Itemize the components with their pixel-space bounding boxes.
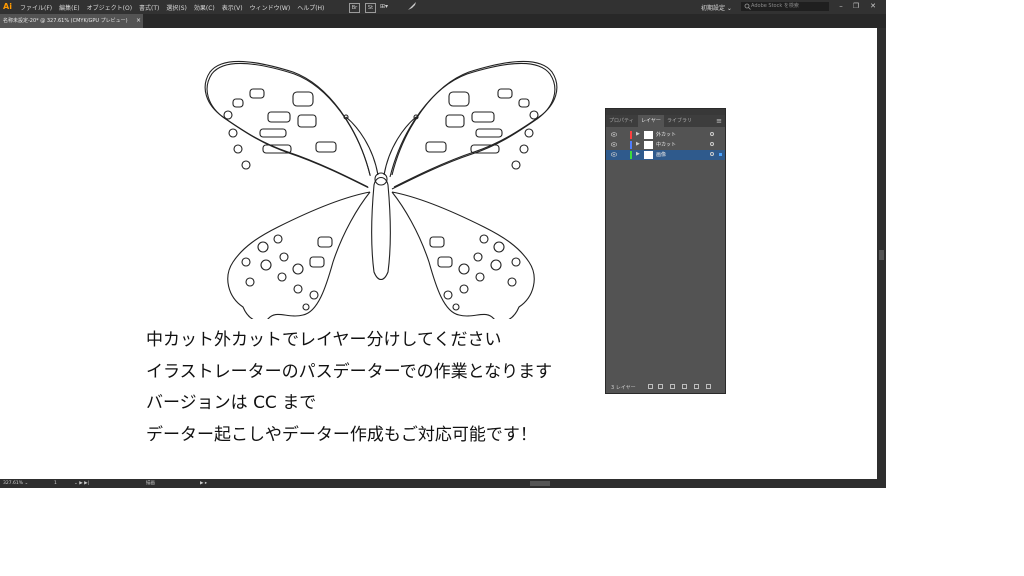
- layer-thumbnail: [644, 141, 653, 149]
- visibility-eye-icon[interactable]: [610, 142, 618, 147]
- workspace-switcher[interactable]: 初期設定 ⌄: [701, 3, 732, 12]
- layer-row-image[interactable]: ▶ 画像: [606, 150, 725, 160]
- menu-help[interactable]: ヘルプ(H): [297, 3, 324, 12]
- vertical-scroll-thumb[interactable]: [879, 250, 884, 260]
- layer-color-bar: [630, 141, 632, 149]
- brush-icon[interactable]: [407, 1, 417, 13]
- menu-edit[interactable]: 編集(E): [59, 3, 79, 12]
- arrange-documents-button[interactable]: ⊞▾: [380, 3, 388, 10]
- search-icon: [744, 3, 751, 12]
- tab-properties[interactable]: プロパティ: [606, 115, 637, 127]
- layer-thumbnail: [644, 151, 653, 159]
- illustrator-window: Ai ファイル(F) 編集(E) オブジェクト(O) 書式(T) 選択(S) 効…: [0, 0, 886, 488]
- menu-view[interactable]: 表示(V): [222, 3, 243, 12]
- document-tab[interactable]: 名称未設定-20* @ 327.61% (CMYK/GPU プレビュー): [0, 14, 143, 28]
- close-window-button[interactable]: ✕: [866, 1, 880, 12]
- tab-layers[interactable]: レイヤー: [638, 115, 664, 127]
- artboard-number[interactable]: 1: [54, 479, 57, 488]
- stock-button[interactable]: St: [365, 3, 376, 13]
- layers-panel: プロパティ レイヤー ライブラリ ≡ ▶ 外カット ▶ 中カット ▶ 画像 3 …: [605, 108, 726, 394]
- status-tool: 描画: [146, 481, 155, 486]
- bridge-button[interactable]: Br: [349, 3, 360, 13]
- stock-search-input[interactable]: Adobe Stock を検索: [741, 2, 829, 11]
- app-logo: Ai: [3, 2, 12, 11]
- artboard-canvas[interactable]: 中カット外カットでレイヤー分けしてください イラストレーターのパスデーターでの作…: [0, 28, 877, 479]
- menu-window[interactable]: ウィンドウ(W): [250, 3, 291, 12]
- layer-name[interactable]: 画像: [656, 151, 666, 158]
- caption-line-3: バージョンは CC まで: [146, 393, 317, 413]
- visibility-eye-icon[interactable]: [610, 132, 618, 137]
- menu-type[interactable]: 書式(T): [139, 3, 159, 12]
- menu-file[interactable]: ファイル(F): [20, 3, 52, 12]
- expand-arrow-icon[interactable]: ▶: [636, 141, 640, 147]
- menu-list: ファイル(F) 編集(E) オブジェクト(O) 書式(T) 選択(S) 効果(C…: [20, 3, 324, 12]
- butterfly-cut-path-artwork: [204, 60, 558, 319]
- close-tab-icon[interactable]: ×: [136, 17, 141, 24]
- expand-arrow-icon[interactable]: ▶: [636, 131, 640, 137]
- layer-thumbnail: [644, 131, 653, 139]
- minimize-button[interactable]: –: [834, 1, 848, 12]
- layer-count: 3 レイヤー: [611, 385, 636, 391]
- layer-row-inner-cut[interactable]: ▶ 中カット: [606, 140, 725, 150]
- export-icon[interactable]: [648, 384, 653, 389]
- status-play[interactable]: ▶ ▸: [200, 479, 207, 488]
- caption-line-2: イラストレーターのパスデーターでの作業となります: [146, 362, 553, 382]
- document-tab-bar: 名称未設定-20* @ 327.61% (CMYK/GPU プレビュー) ×: [0, 14, 886, 28]
- artboard-nav[interactable]: ⌄ ▶ ▶|: [74, 479, 89, 488]
- panel-tabs: プロパティ レイヤー ライブラリ ≡: [606, 115, 725, 127]
- caption-line-1: 中カット外カットでレイヤー分けしてください: [146, 330, 502, 350]
- layer-row-outer-cut[interactable]: ▶ 外カット: [606, 130, 725, 140]
- layer-name[interactable]: 中カット: [656, 141, 676, 148]
- expand-arrow-icon[interactable]: ▶: [636, 151, 640, 157]
- zoom-level[interactable]: 327.61% ⌄: [3, 479, 28, 488]
- horizontal-scroll-thumb[interactable]: [530, 481, 550, 486]
- target-circle-icon[interactable]: [710, 132, 714, 136]
- panel-footer: 3 レイヤー: [606, 381, 725, 393]
- menu-bar: Ai ファイル(F) 編集(E) オブジェクト(O) 書式(T) 選択(S) 効…: [0, 0, 886, 14]
- menu-select[interactable]: 選択(S): [166, 3, 187, 12]
- target-circle-icon[interactable]: [710, 152, 714, 156]
- selection-indicator: [719, 153, 722, 156]
- document-tab-label: 名称未設定-20* @ 327.61% (CMYK/GPU プレビュー): [3, 18, 128, 24]
- search-layer-icon[interactable]: [658, 384, 663, 389]
- new-layer-icon[interactable]: [694, 384, 699, 389]
- layer-name[interactable]: 外カット: [656, 131, 676, 138]
- menu-effect[interactable]: 効果(C): [194, 3, 215, 12]
- trash-icon[interactable]: [706, 384, 711, 389]
- status-bar: 327.61% ⌄ 1 ⌄ ▶ ▶| 描画 ▶ ▸: [0, 479, 886, 488]
- panel-menu-icon[interactable]: ≡: [716, 117, 722, 125]
- new-sublayer-icon[interactable]: [682, 384, 687, 389]
- tab-libraries[interactable]: ライブラリ: [664, 115, 695, 127]
- target-circle-icon[interactable]: [710, 142, 714, 146]
- caption-line-4: データー起こしやデーター作成もご対応可能です！: [146, 425, 537, 445]
- menu-object[interactable]: オブジェクト(O): [87, 3, 132, 12]
- layer-color-bar: [630, 131, 632, 139]
- visibility-eye-icon[interactable]: [610, 152, 618, 157]
- make-clip-mask-icon[interactable]: [670, 384, 675, 389]
- restore-button[interactable]: ❐: [849, 1, 863, 12]
- layer-color-bar: [630, 151, 632, 159]
